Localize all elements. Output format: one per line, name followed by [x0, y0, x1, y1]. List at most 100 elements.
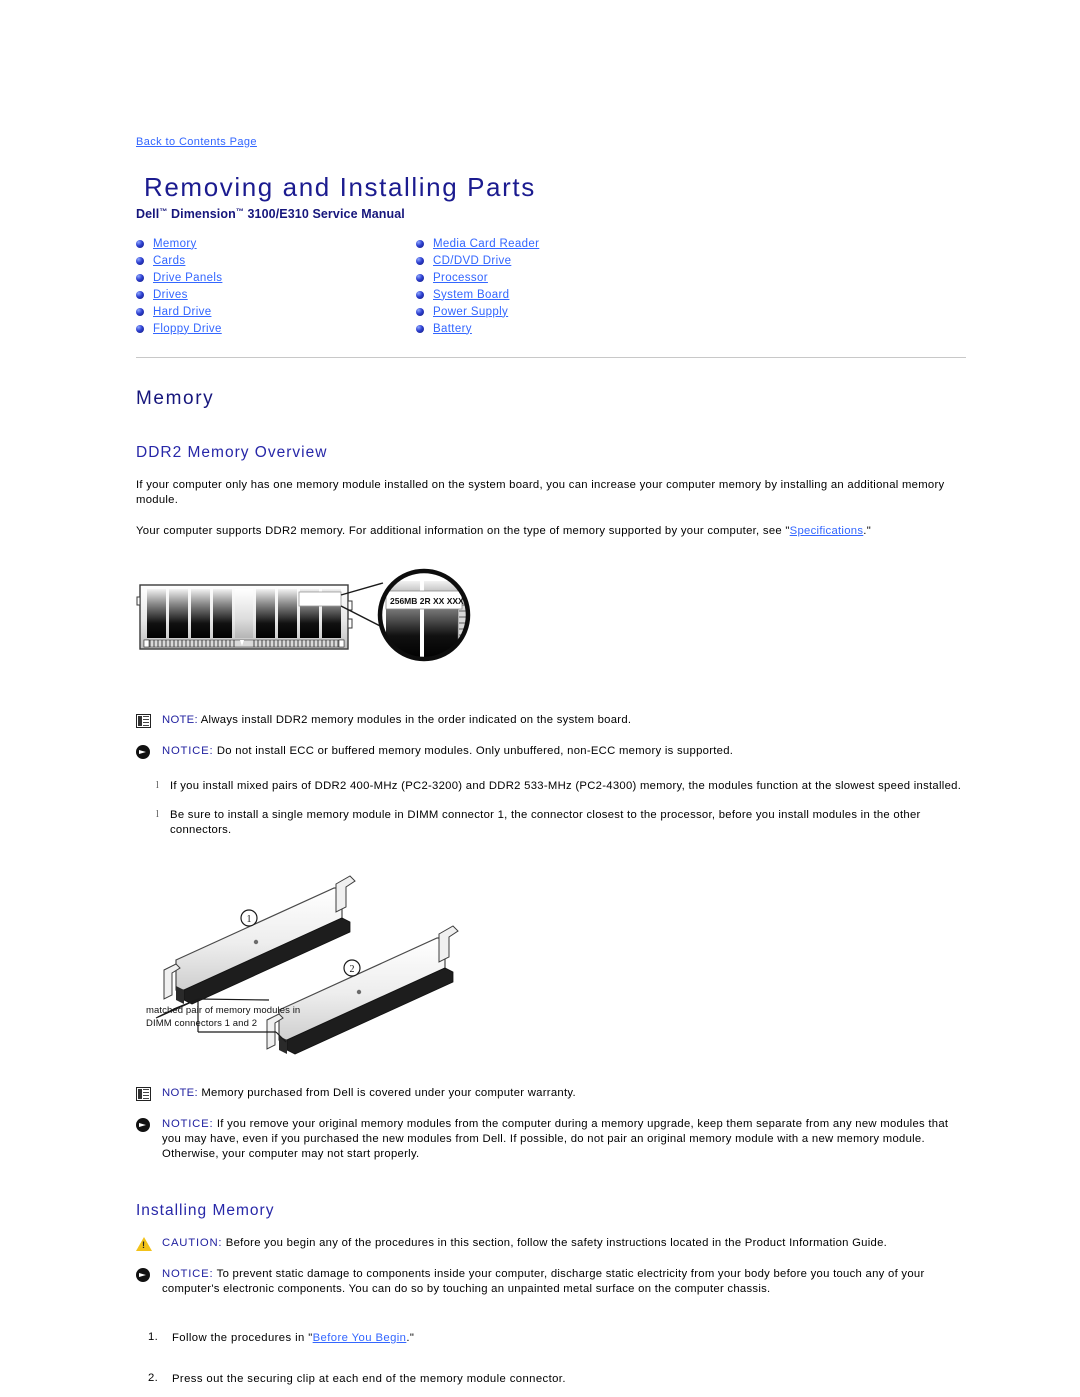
figure-dimm-module: 256MB 2R XX XXX [136, 567, 966, 697]
page-title: Removing and Installing Parts [144, 172, 536, 202]
subtitle-model: 3100/E310 Service Manual [243, 207, 405, 221]
section-divider [136, 357, 966, 358]
nav-link-system-board[interactable]: System Board [433, 289, 509, 301]
nav-item-power-supply[interactable]: Power Supply [416, 303, 539, 320]
sub-bullet-marker: l [156, 809, 159, 820]
notice-block-ecc: NOTICE: Do not install ECC or buffered m… [136, 744, 966, 759]
blue-sphere-bullet-icon [416, 256, 424, 265]
blue-sphere-bullet-icon [136, 324, 144, 333]
nav-item-cards[interactable]: Cards [136, 252, 222, 269]
caution-icon [136, 1236, 156, 1251]
paragraph-memory-upgrade: If your computer only has one memory mod… [136, 479, 945, 506]
step-1: 1. Follow the procedures in "Before You … [136, 1331, 966, 1346]
blue-sphere-bullet-icon [416, 307, 424, 316]
nav-item-system-board[interactable]: System Board [416, 286, 539, 303]
nav-item-drive-panels[interactable]: Drive Panels [136, 269, 222, 286]
parts-navigation: Memory Cards Drive Panels Drives Hard Dr… [136, 235, 966, 339]
parts-nav-left-column: Memory Cards Drive Panels Drives Hard Dr… [136, 235, 222, 337]
figure-caption-matched-pair: matched pair of memory modules in DIMM c… [146, 1005, 301, 1029]
subsection-heading-installing-memory: Installing Memory [136, 1202, 275, 1219]
nav-item-hard-drive[interactable]: Hard Drive [136, 303, 222, 320]
note-label: NOTE: [162, 1087, 198, 1099]
memory-module-1: 1 [163, 875, 356, 1005]
nav-link-power-supply[interactable]: Power Supply [433, 306, 508, 318]
notice-icon [136, 744, 156, 759]
notice-icon [136, 1117, 156, 1132]
nav-item-processor[interactable]: Processor [416, 269, 539, 286]
specifications-link[interactable]: Specifications [790, 525, 864, 537]
notice-block-static: NOTICE: To prevent static damage to comp… [136, 1267, 966, 1297]
nav-link-cd-dvd-drive[interactable]: CD/DVD Drive [433, 255, 511, 267]
nav-item-drives[interactable]: Drives [136, 286, 222, 303]
nav-item-media-card-reader[interactable]: Media Card Reader [416, 235, 539, 252]
dimm-contact-pins [143, 639, 345, 648]
caution-label: CAUTION: [162, 1237, 223, 1249]
before-you-begin-link[interactable]: Before You Begin [313, 1332, 407, 1344]
nav-link-processor[interactable]: Processor [433, 272, 488, 284]
notice-label: NOTICE: [162, 1118, 214, 1130]
notice-text: To prevent static damage to components i… [162, 1268, 925, 1295]
figure-matched-pair: 1 2 matched pair of memory modules in DI… [136, 860, 966, 1070]
page-subtitle: Dell™ Dimension™ 3100/E310 Service Manua… [136, 207, 966, 221]
notice-text: Do not install ECC or buffered memory mo… [213, 745, 734, 757]
nav-link-battery[interactable]: Battery [433, 323, 472, 335]
step-text-pre: Press out the securing clip at each end … [172, 1373, 566, 1385]
paragraph-text-post: ." [863, 525, 871, 537]
note-block-warranty: NOTE: Memory purchased from Dell is cove… [136, 1086, 966, 1101]
paragraph-ddr2-support: Your computer supports DDR2 memory. For … [136, 524, 966, 539]
nav-link-floppy-drive[interactable]: Floppy Drive [153, 323, 222, 335]
document-page: Back to Contents Page Removing and Insta… [136, 132, 966, 1387]
subtitle-dell: Dell [136, 207, 160, 221]
sub-bullet-text: If you install mixed pairs of DDR2 400-M… [170, 780, 962, 792]
magnified-module-label: 256MB 2R XX XXX [390, 596, 464, 606]
dimm-sticker-label [298, 591, 342, 607]
notice-text: If you remove your original memory modul… [162, 1118, 949, 1160]
subtitle-dimension: Dimension [167, 207, 236, 221]
installation-steps-list: 1. Follow the procedures in "Before You … [136, 1331, 966, 1387]
step-text-post: ." [406, 1332, 415, 1344]
note-icon [136, 1086, 156, 1101]
caution-block-safety: CAUTION: Before you begin any of the pro… [136, 1236, 966, 1251]
step-number: 2. [148, 1372, 159, 1384]
blue-sphere-bullet-icon [416, 290, 424, 299]
step-number: 1. [148, 1331, 159, 1343]
caution-text: Before you begin any of the procedures i… [222, 1237, 888, 1249]
note-block-install-order: NOTE: Always install DDR2 memory modules… [136, 713, 966, 728]
callout-number-1: 1 [247, 914, 252, 925]
blue-sphere-bullet-icon [416, 273, 424, 282]
nav-link-drives[interactable]: Drives [153, 289, 188, 301]
notice-label: NOTICE: [162, 1268, 214, 1280]
matched-pair-illustration: 1 2 [155, 875, 459, 1055]
notice-block-original-modules: NOTICE: If you remove your original memo… [136, 1117, 966, 1162]
nav-item-cd-dvd-drive[interactable]: CD/DVD Drive [416, 252, 539, 269]
sub-bullet-mixed-pairs: l If you install mixed pairs of DDR2 400… [136, 779, 966, 794]
paragraph-text-pre: Your computer supports DDR2 memory. For … [136, 525, 790, 537]
sub-bullet-text: Be sure to install a single memory modul… [170, 809, 921, 836]
nav-link-hard-drive[interactable]: Hard Drive [153, 306, 211, 318]
blue-sphere-bullet-icon [416, 324, 424, 333]
blue-sphere-bullet-icon [136, 256, 144, 265]
nav-link-media-card-reader[interactable]: Media Card Reader [433, 238, 539, 250]
nav-link-drive-panels[interactable]: Drive Panels [153, 272, 222, 284]
blue-sphere-bullet-icon [136, 239, 144, 248]
sub-bullet-marker: l [156, 780, 159, 791]
blue-sphere-bullet-icon [136, 307, 144, 316]
note-label: NOTE: [162, 714, 198, 726]
nav-link-cards[interactable]: Cards [153, 255, 185, 267]
nav-link-memory[interactable]: Memory [153, 238, 197, 250]
parts-nav-right-column: Media Card Reader CD/DVD Drive Processor… [416, 235, 539, 337]
step-2: 2. Press out the securing clip at each e… [136, 1372, 966, 1387]
notice-icon [136, 1267, 156, 1282]
note-text: Always install DDR2 memory modules in th… [197, 714, 632, 726]
notice-label: NOTICE: [162, 745, 214, 757]
nav-item-floppy-drive[interactable]: Floppy Drive [136, 320, 222, 337]
blue-sphere-bullet-icon [136, 290, 144, 299]
nav-item-battery[interactable]: Battery [416, 320, 539, 337]
memory-sub-bullet-list: l If you install mixed pairs of DDR2 400… [136, 779, 966, 838]
callout-number-2: 2 [350, 964, 355, 975]
blue-sphere-bullet-icon [416, 239, 424, 248]
nav-item-memory[interactable]: Memory [136, 235, 222, 252]
sub-bullet-dimm-connector-1: l Be sure to install a single memory mod… [136, 808, 966, 838]
step-text-pre: Follow the procedures in " [172, 1332, 313, 1344]
back-to-contents-link[interactable]: Back to Contents Page [136, 136, 257, 148]
